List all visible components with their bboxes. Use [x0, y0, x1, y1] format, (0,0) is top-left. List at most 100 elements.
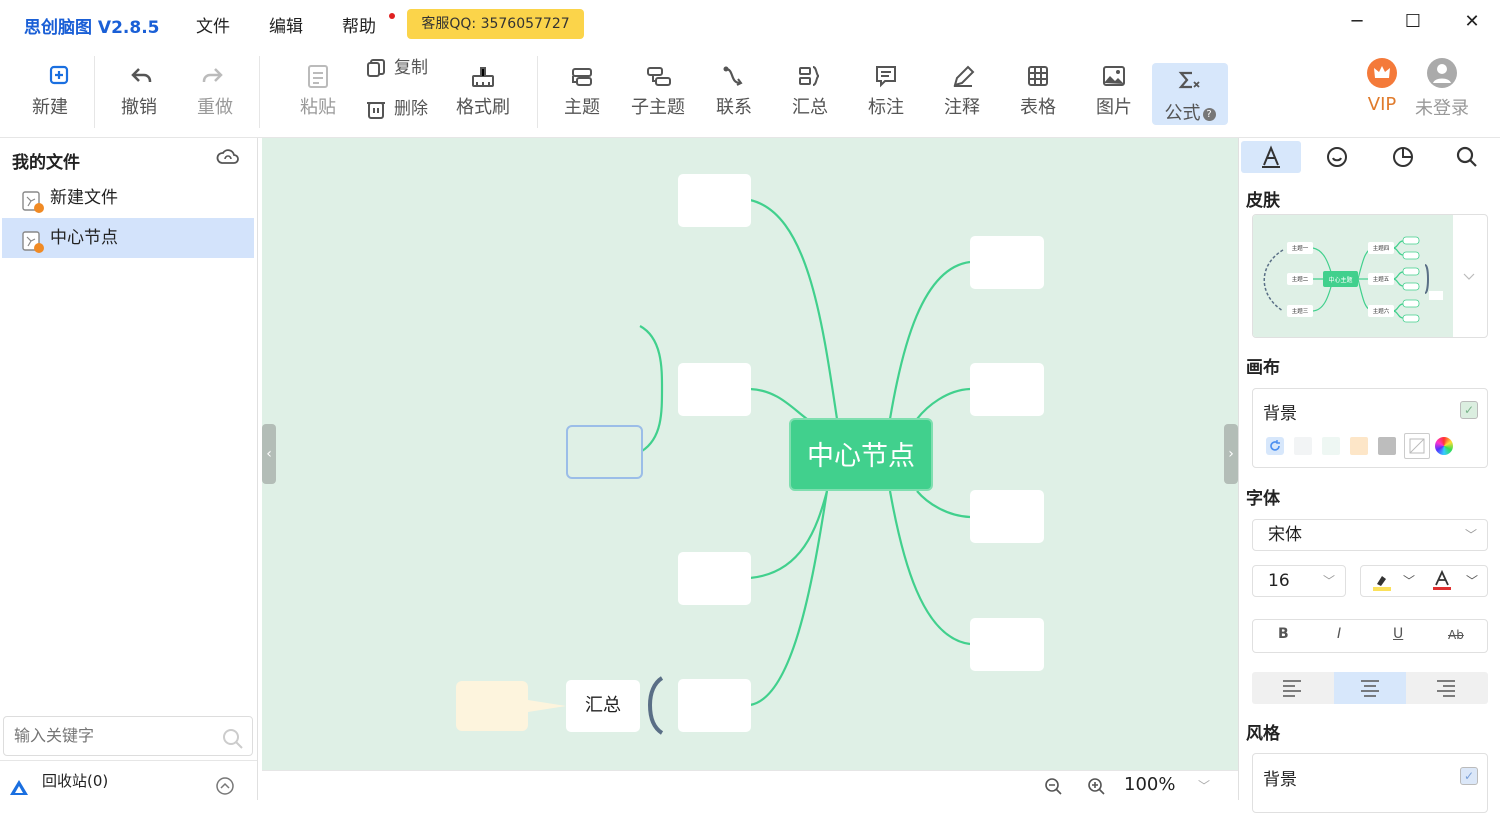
align-right-icon[interactable] [1410, 672, 1482, 704]
topic-node[interactable] [678, 679, 751, 732]
table-button[interactable]: 表格 [1003, 60, 1073, 119]
chevron-down-icon[interactable]: ﹀ [1466, 566, 1478, 596]
background-checkbox[interactable]: ✓ [1460, 401, 1478, 419]
bold-icon[interactable]: B [1278, 626, 1289, 642]
font-color-icon[interactable] [1431, 569, 1453, 602]
label-button[interactable]: 标注 [851, 60, 921, 119]
align-center-icon[interactable] [1334, 672, 1406, 704]
login-button[interactable]: 未登录 [1412, 58, 1472, 120]
topic-node[interactable] [678, 363, 751, 416]
topic-button[interactable]: 主题 [547, 60, 617, 119]
search-input[interactable] [14, 726, 214, 745]
subtopic-icon [623, 60, 693, 90]
center-node[interactable]: 中心节点 [789, 418, 933, 491]
summary-node[interactable]: 汇总 [566, 680, 640, 732]
file-sidebar: 我的文件 新建文件 中心节点 回收站(0) [0, 138, 258, 800]
align-left-icon[interactable] [1256, 672, 1328, 704]
no-color-swatch[interactable] [1404, 433, 1430, 459]
highlight-icon[interactable] [1371, 570, 1393, 602]
minimize-icon[interactable]: ─ [1345, 10, 1369, 34]
skin-center-text: 中心主题 [1328, 276, 1352, 284]
paste-button[interactable]: 粘贴 [283, 60, 353, 119]
skin-preview[interactable]: 中心主题 主题一 主题二 主题三 主题四 主题五 主题六 [1252, 214, 1488, 338]
menu-help[interactable]: 帮助 [342, 12, 376, 37]
skin-topic-text: 主题五 [1373, 275, 1390, 283]
skin-topic-text: 主题四 [1373, 244, 1390, 252]
notification-dot [389, 13, 395, 19]
chevron-down-icon[interactable]: ﹀ [1198, 777, 1210, 794]
topic-node[interactable] [970, 236, 1044, 289]
redo-button[interactable]: 重做 [180, 60, 250, 119]
tab-icons[interactable] [1307, 141, 1367, 173]
zoom-level: 100% [1124, 774, 1176, 795]
collapse-right-handle[interactable]: › [1224, 424, 1238, 484]
maximize-icon[interactable]: ☐ [1401, 10, 1425, 34]
search-icon[interactable] [222, 726, 244, 764]
subtopic-button[interactable]: 子主题 [623, 60, 693, 119]
vip-button[interactable]: VIP [1362, 58, 1402, 115]
close-icon[interactable]: ✕ [1460, 10, 1484, 34]
chevron-up-icon[interactable] [215, 771, 235, 811]
topic-node[interactable] [970, 618, 1044, 671]
menu-edit[interactable]: 编辑 [269, 12, 303, 37]
callout-node[interactable] [456, 681, 528, 731]
style-background-checkbox[interactable]: ✓ [1460, 767, 1478, 785]
topic-node[interactable] [678, 174, 751, 227]
text-format-bar: B I U Ab [1252, 619, 1488, 653]
canvas-background-card: 背景 ✓ [1252, 388, 1488, 468]
selected-empty-node[interactable] [566, 425, 643, 479]
mindmap-canvas[interactable]: 中心节点 汇总 ‹ › [262, 138, 1238, 770]
undo-button[interactable]: 撤销 [104, 60, 174, 119]
divider [94, 56, 95, 128]
skin-topic-text: 主题三 [1292, 307, 1309, 315]
skin-topic-text: 主题一 [1292, 244, 1309, 252]
color-swatch[interactable] [1322, 437, 1340, 455]
collapse-left-handle[interactable]: ‹ [262, 424, 276, 484]
file-item-new[interactable]: 新建文件 [2, 178, 254, 218]
reset-color-icon[interactable] [1266, 437, 1284, 455]
menu-file[interactable]: 文件 [196, 12, 230, 37]
help-icon[interactable]: ? [1202, 107, 1216, 121]
file-search [3, 716, 253, 756]
tab-style[interactable] [1241, 141, 1301, 173]
comment-button[interactable]: 注释 [927, 60, 997, 119]
font-size-select[interactable]: 16 ﹀ [1252, 565, 1346, 597]
relation-icon [699, 60, 769, 90]
font-family-select[interactable]: 宋体 ﹀ [1252, 519, 1488, 551]
color-swatch[interactable] [1294, 437, 1312, 455]
delete-button[interactable]: 删除 [366, 96, 428, 122]
topic-node[interactable] [678, 552, 751, 605]
cloud-sync-icon[interactable] [216, 147, 240, 171]
recycle-bin[interactable]: 回收站(0) [0, 760, 257, 800]
tab-search[interactable] [1437, 141, 1497, 173]
summary-button[interactable]: 汇总 [775, 60, 845, 119]
chevron-down-icon[interactable]: ﹀ [1403, 566, 1415, 596]
support-qq-button[interactable]: 客服QQ: 3576057727 [407, 9, 584, 39]
copy-button[interactable]: 复制 [366, 55, 428, 81]
underline-icon[interactable]: U [1393, 626, 1403, 642]
chevron-down-icon: ﹀ [1322, 574, 1335, 588]
topic-node[interactable] [970, 363, 1044, 416]
strikethrough-icon[interactable]: Ab [1448, 628, 1464, 642]
paste-icon [283, 60, 353, 90]
zoom-out-icon[interactable] [1044, 777, 1062, 799]
color-swatch[interactable] [1350, 437, 1368, 455]
image-button[interactable]: 图片 [1079, 60, 1149, 119]
font-section-title: 字体 [1246, 489, 1280, 509]
style-background-label: 背景 [1263, 770, 1297, 790]
topic-node[interactable] [970, 490, 1044, 543]
zoom-in-icon[interactable] [1087, 777, 1105, 799]
color-picker-icon[interactable] [1435, 437, 1453, 455]
format-brush-button[interactable]: 格式刷 [448, 60, 518, 119]
style-background-card: 背景 ✓ [1252, 753, 1488, 813]
file-item-center[interactable]: 中心节点 [2, 218, 254, 258]
relation-button[interactable]: 联系 [699, 60, 769, 119]
sidebar-title: 我的文件 [12, 153, 80, 173]
formula-button[interactable]: 公式? [1152, 63, 1228, 125]
italic-icon[interactable]: I [1337, 626, 1341, 642]
copy-icon [367, 59, 385, 77]
crown-icon [1367, 58, 1397, 88]
tab-theme[interactable] [1373, 141, 1433, 173]
color-swatch[interactable] [1378, 437, 1396, 455]
new-button[interactable]: 新建 [15, 60, 85, 119]
